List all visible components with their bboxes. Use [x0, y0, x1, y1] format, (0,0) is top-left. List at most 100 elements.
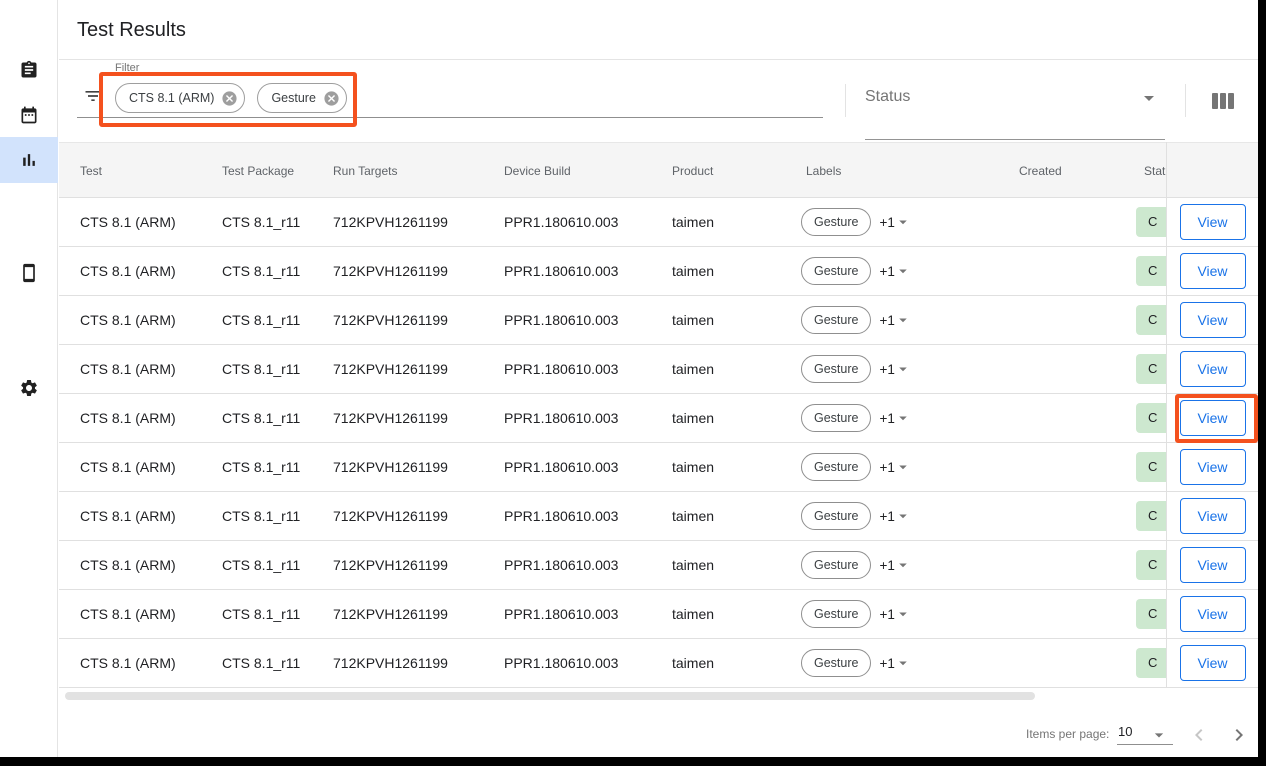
cell-run-targets: 712KPVH1261199: [333, 541, 448, 589]
status-filter-select[interactable]: Status: [865, 84, 1165, 118]
cell-test: CTS 8.1 (ARM): [80, 590, 176, 638]
column-header-created: Created: [1019, 143, 1062, 198]
toolbar-divider: [845, 84, 846, 117]
more-labels-expander[interactable]: +1: [879, 654, 911, 672]
table-row: CTS 8.1 (ARM) CTS 8.1_r11 712KPVH1261199…: [59, 296, 1166, 345]
status-chip-text: C: [1148, 459, 1157, 474]
view-button[interactable]: View: [1180, 449, 1246, 485]
cell-test-package: CTS 8.1_r11: [222, 639, 300, 687]
next-page-button[interactable]: [1227, 723, 1251, 747]
cell-labels: Gesture +1: [801, 296, 912, 344]
toolbar: Filter CTS 8.1 (ARM) Gesture Status: [59, 61, 1266, 142]
remove-chip-icon[interactable]: [323, 90, 340, 107]
cell-labels: Gesture +1: [801, 345, 912, 393]
filter-field-label: Filter: [115, 62, 139, 74]
chevron-down-icon: [894, 360, 912, 378]
view-button[interactable]: View: [1180, 302, 1246, 338]
remove-chip-icon[interactable]: [221, 90, 238, 107]
filter-chip-gesture[interactable]: Gesture: [257, 83, 346, 113]
view-button[interactable]: View: [1180, 400, 1246, 436]
dropdown-arrow-icon: [1149, 725, 1169, 745]
view-button[interactable]: View: [1180, 547, 1246, 583]
cell-test-package: CTS 8.1_r11: [222, 198, 300, 246]
cell-device-build: PPR1.180610.003: [504, 247, 618, 295]
filter-input-area[interactable]: CTS 8.1 (ARM) Gesture: [115, 83, 347, 113]
action-cell: View: [1167, 590, 1258, 639]
table-row: CTS 8.1 (ARM) CTS 8.1_r11 712KPVH1261199…: [59, 198, 1166, 247]
table-row: CTS 8.1 (ARM) CTS 8.1_r11 712KPVH1261199…: [59, 492, 1166, 541]
status-chip-text: C: [1148, 410, 1157, 425]
cell-product: taimen: [672, 198, 714, 246]
status-chip: C: [1136, 648, 1166, 678]
sidebar-item-schedule[interactable]: [0, 92, 58, 138]
status-chip: C: [1136, 599, 1166, 629]
more-labels-count: +1: [879, 264, 894, 279]
toolbar-divider: [1185, 84, 1186, 117]
table-body: CTS 8.1 (ARM) CTS 8.1_r11 712KPVH1261199…: [59, 198, 1166, 688]
status-chip-text: C: [1148, 263, 1157, 278]
more-labels-expander[interactable]: +1: [879, 556, 911, 574]
label-chip: Gesture: [801, 355, 871, 383]
view-button[interactable]: View: [1180, 596, 1246, 632]
app-window: Test Results Filter CTS 8.1 (ARM) Gestur…: [0, 0, 1266, 766]
title-bar: Test Results: [59, 0, 1266, 60]
more-labels-expander[interactable]: +1: [879, 409, 911, 427]
cell-test-package: CTS 8.1_r11: [222, 443, 300, 491]
view-button[interactable]: View: [1180, 498, 1246, 534]
more-labels-expander[interactable]: +1: [879, 360, 911, 378]
page-size-value: 10: [1118, 724, 1132, 739]
sidebar-item-test-plans[interactable]: [0, 47, 58, 93]
cell-product: taimen: [672, 639, 714, 687]
table-row: CTS 8.1 (ARM) CTS 8.1_r11 712KPVH1261199…: [59, 443, 1166, 492]
cell-product: taimen: [672, 541, 714, 589]
more-labels-expander[interactable]: +1: [879, 262, 911, 280]
more-labels-count: +1: [879, 460, 894, 475]
cell-device-build: PPR1.180610.003: [504, 443, 618, 491]
sidebar-item-test-results[interactable]: [0, 137, 58, 183]
page-title: Test Results: [77, 0, 186, 60]
status-chip-text: C: [1148, 312, 1157, 327]
cell-labels: Gesture +1: [801, 443, 912, 491]
cell-test: CTS 8.1 (ARM): [80, 247, 176, 295]
view-columns-icon: [1212, 93, 1234, 109]
cell-run-targets: 712KPVH1261199: [333, 296, 448, 344]
view-button[interactable]: View: [1180, 253, 1246, 289]
screen-edge-bottom: [0, 757, 1266, 766]
sidebar-item-devices[interactable]: [0, 250, 58, 296]
more-labels-expander[interactable]: +1: [879, 507, 911, 525]
cell-run-targets: 712KPVH1261199: [333, 492, 448, 540]
columns-button[interactable]: [1208, 88, 1238, 114]
chevron-down-icon: [894, 458, 912, 476]
more-labels-expander[interactable]: +1: [879, 311, 911, 329]
label-chip: Gesture: [801, 600, 871, 628]
table-header: Test Test Package Run Targets Device Bui…: [59, 142, 1166, 198]
cell-device-build: PPR1.180610.003: [504, 590, 618, 638]
horizontal-scrollbar-thumb[interactable]: [65, 692, 1035, 700]
status-chip: C: [1136, 550, 1166, 580]
view-button[interactable]: View: [1180, 351, 1246, 387]
more-labels-expander[interactable]: +1: [879, 605, 911, 623]
more-labels-expander[interactable]: +1: [879, 213, 911, 231]
page-size-select[interactable]: 10: [1117, 720, 1173, 746]
cell-device-build: PPR1.180610.003: [504, 394, 618, 442]
action-cell: View: [1167, 296, 1258, 345]
chevron-down-icon: [894, 556, 912, 574]
previous-page-button[interactable]: [1187, 723, 1211, 747]
view-button[interactable]: View: [1180, 645, 1246, 681]
column-header-device-build: Device Build: [504, 143, 571, 198]
cell-test-package: CTS 8.1_r11: [222, 394, 300, 442]
cell-run-targets: 712KPVH1261199: [333, 345, 448, 393]
action-cell: View: [1167, 198, 1258, 247]
filter-chip-label: Gesture: [271, 91, 315, 105]
cell-run-targets: 712KPVH1261199: [333, 639, 448, 687]
sidebar-item-settings[interactable]: [0, 365, 58, 411]
cell-device-build: PPR1.180610.003: [504, 541, 618, 589]
chevron-down-icon: [894, 311, 912, 329]
filter-list-icon: [83, 86, 103, 106]
cell-run-targets: 712KPVH1261199: [333, 443, 448, 491]
column-header-status: Status: [1144, 143, 1166, 198]
table-row: CTS 8.1 (ARM) CTS 8.1_r11 712KPVH1261199…: [59, 541, 1166, 590]
filter-chip-cts[interactable]: CTS 8.1 (ARM): [115, 83, 245, 113]
more-labels-expander[interactable]: +1: [879, 458, 911, 476]
view-button[interactable]: View: [1180, 204, 1246, 240]
